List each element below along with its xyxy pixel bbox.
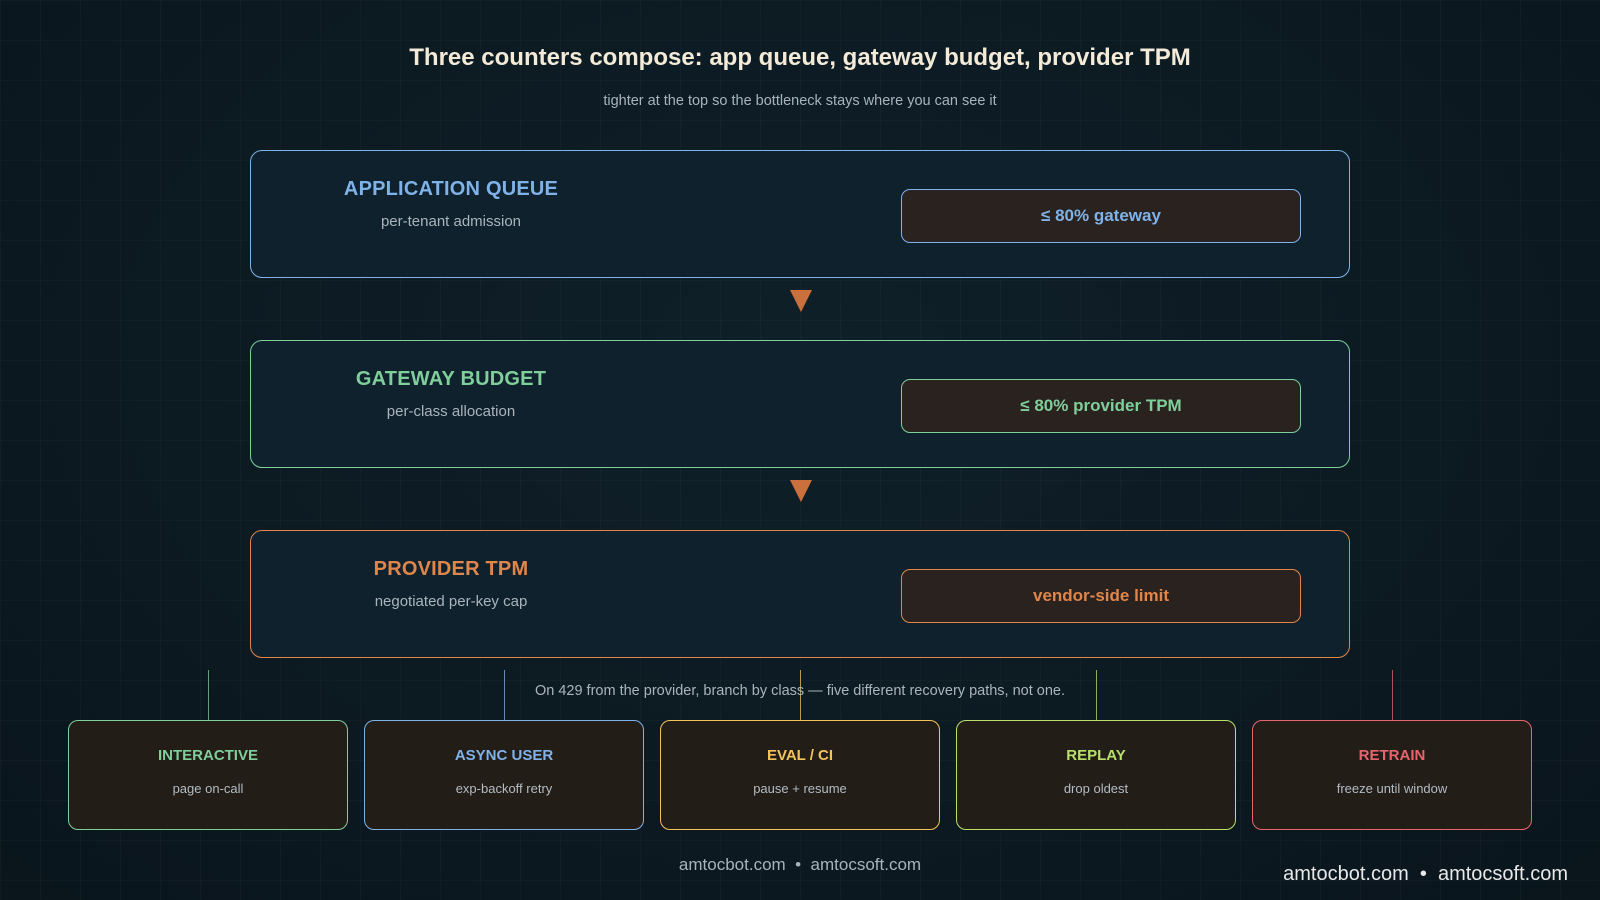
branch-note: On 429 from the provider, branch by clas…	[534, 683, 1066, 699]
layer-limit-badge: ≤ 80% provider TPM	[901, 379, 1301, 433]
layer-limit-badge: vendor-side limit	[901, 569, 1301, 623]
layer-application-queue: APPLICATION QUEUE per-tenant admission ≤…	[250, 150, 1350, 278]
class-name: RETRAIN	[1358, 747, 1426, 764]
class-recovery: freeze until window	[1336, 781, 1448, 796]
class-retrain: RETRAIN freeze until window	[1252, 720, 1532, 830]
layer-name: APPLICATION QUEUE	[343, 178, 559, 200]
down-arrow-icon	[790, 480, 812, 502]
class-name: INTERACTIVE	[157, 747, 258, 764]
down-arrow-icon	[790, 290, 812, 312]
class-name: ASYNC USER	[454, 747, 554, 764]
class-recovery: pause + resume	[753, 781, 847, 796]
class-eval-ci: EVAL / CI pause + resume	[660, 720, 940, 830]
layer-name: GATEWAY BUDGET	[355, 368, 547, 390]
class-async-user: ASYNC USER exp-backoff retry	[364, 720, 644, 830]
diagram-title: Three counters compose: app queue, gatew…	[409, 44, 1191, 71]
layer-limit-badge: ≤ 80% gateway	[901, 189, 1301, 243]
watermark: amtocbot.com • amtocsoft.com	[1283, 863, 1568, 885]
class-name: REPLAY	[1066, 747, 1126, 764]
diagram-subtitle: tighter at the top so the bottleneck sta…	[603, 93, 997, 109]
class-recovery: exp-backoff retry	[455, 781, 553, 796]
layer-provider-tpm: PROVIDER TPM negotiated per-key cap vend…	[250, 530, 1350, 658]
layer-gateway-budget: GATEWAY BUDGET per-class allocation ≤ 80…	[250, 340, 1350, 468]
layer-description: per-tenant admission	[380, 213, 522, 230]
class-recovery: drop oldest	[1063, 781, 1129, 796]
layer-name: PROVIDER TPM	[373, 558, 529, 580]
layer-description: negotiated per-key cap	[374, 593, 528, 610]
class-interactive: INTERACTIVE page on-call	[68, 720, 348, 830]
class-replay: REPLAY drop oldest	[956, 720, 1236, 830]
layer-description: per-class allocation	[386, 403, 516, 420]
class-recovery: page on-call	[172, 781, 244, 796]
class-name: EVAL / CI	[766, 747, 834, 764]
